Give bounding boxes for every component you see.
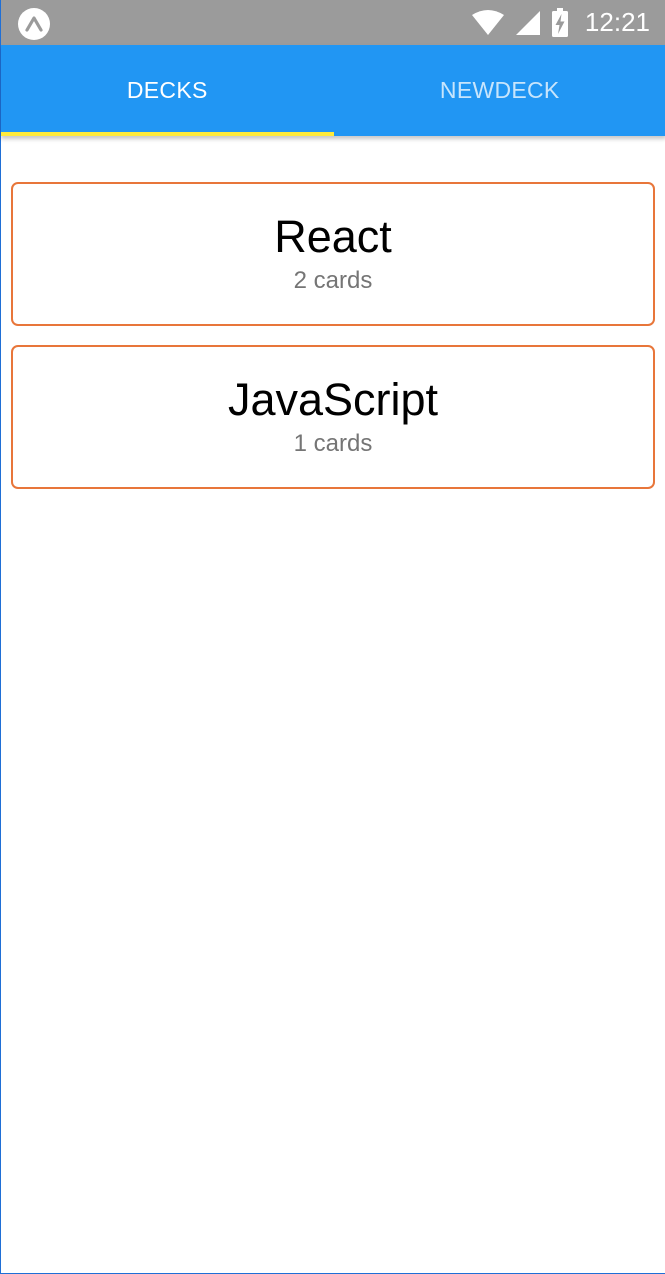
tab-newdeck-label: NEWDECK [439,77,560,103]
active-tab-indicator [1,132,334,136]
tab-newdeck[interactable]: NEWDECK [334,45,665,136]
wifi-icon [471,9,504,35]
deck-title: React [274,211,392,262]
deck-title: JavaScript [227,374,439,425]
deck-card-react[interactable]: React 2 cards [11,182,655,326]
status-clock: 12:21 [584,7,650,37]
deck-card-javascript[interactable]: JavaScript 1 cards [11,345,655,489]
expo-icon [18,8,50,40]
deck-list: React 2 cards JavaScript 1 cards [11,182,655,508]
cell-signal-icon [515,10,540,35]
deck-card-count: 1 cards [293,430,373,457]
tab-bar: DECKS NEWDECK [1,45,665,136]
tab-decks-label: DECKS [126,77,208,103]
battery-charging-icon [551,7,568,37]
status-icons: 12:21 [471,0,650,45]
deck-card-count: 2 cards [293,267,373,294]
tab-decks[interactable]: DECKS [1,45,334,136]
status-bar: 12:21 [1,0,665,45]
app-screen: 12:21 DECKS NEWDECK React 2 cards JavaSc… [0,0,665,1274]
